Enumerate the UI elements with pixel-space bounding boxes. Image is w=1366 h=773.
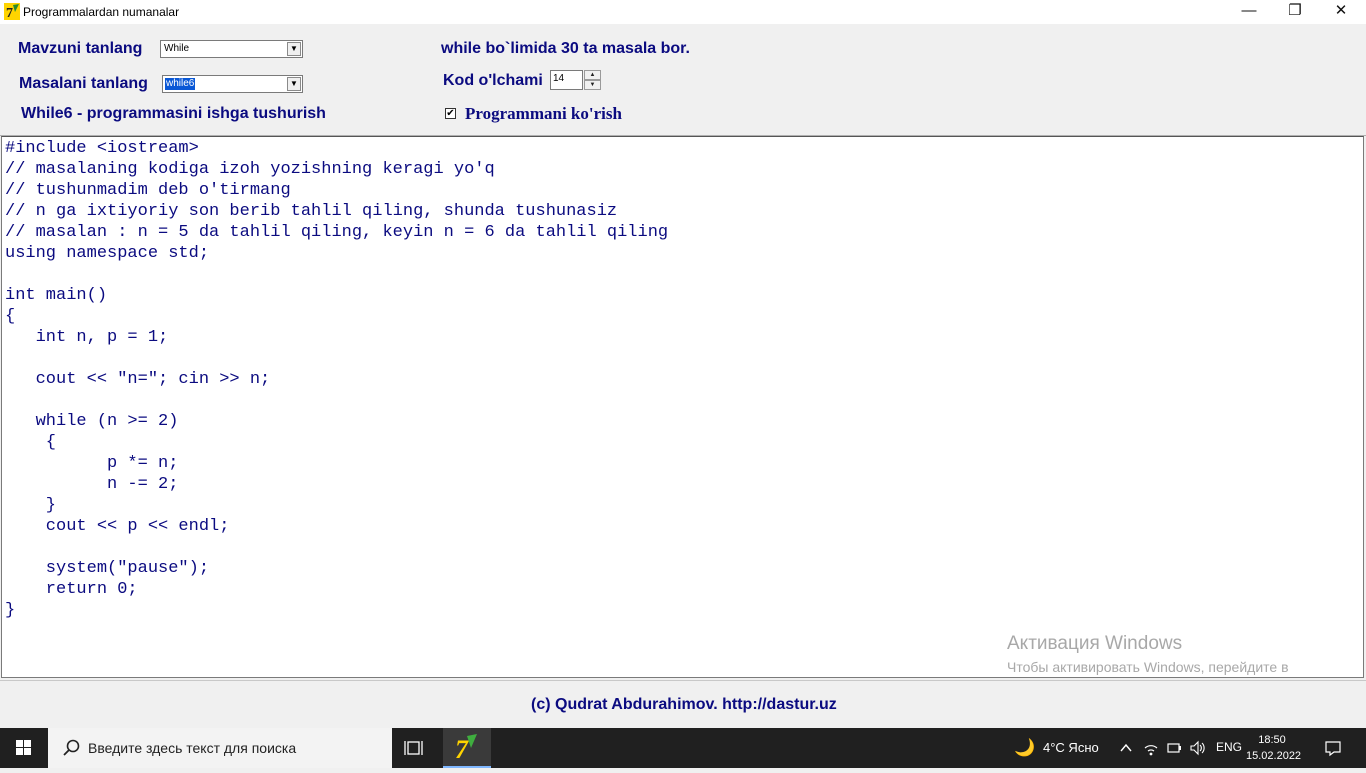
footer: (c) Qudrat Abdurahimov. http://dastur.uz — [0, 680, 1366, 728]
title-bar: 7 Programmalardan numanalar — ❐ ✕ — [0, 0, 1366, 24]
code-line: { — [5, 433, 57, 452]
problem-count-info: while bo`limida 30 ta masala bor. — [441, 40, 690, 57]
code-line: // tushunmadim deb o'tirmang — [5, 181, 291, 200]
code-size-label: Kod o'lchami — [443, 72, 543, 89]
code-line: // masalan : n = 5 da tahlil qiling, key… — [5, 223, 669, 242]
code-size-stepper[interactable]: 14 ▲ ▼ — [550, 70, 601, 90]
problem-select[interactable]: while6 ▼ — [162, 75, 303, 93]
svg-text:7: 7 — [455, 735, 469, 764]
taskbar: Введите здесь текст для поиска 7 🌙 4°C Я… — [0, 728, 1366, 768]
clock[interactable]: 18:50 15.02.2022 — [1246, 732, 1302, 764]
code-line: int main() — [5, 286, 108, 305]
app-logo-icon: 7 — [455, 734, 477, 764]
show-program-label: Programmani ko'rish — [465, 104, 622, 123]
code-line: using namespace std; — [5, 244, 210, 263]
search-icon — [63, 739, 80, 756]
code-line: #include <iostream> — [5, 139, 199, 158]
taskbar-search[interactable]: Введите здесь текст для поиска — [48, 728, 392, 768]
run-program-link[interactable]: While6 - programmasini ishga tushurish — [21, 105, 326, 123]
code-line: int n, p = 1; — [5, 328, 169, 347]
network-icon[interactable] — [1143, 740, 1159, 756]
search-placeholder: Введите здесь текст для поиска — [88, 740, 297, 756]
chevron-down-icon[interactable]: ▼ — [287, 42, 301, 56]
problem-select-value: while6 — [163, 77, 197, 91]
show-program-checkbox[interactable]: ✔ — [445, 108, 456, 119]
clock-time: 18:50 — [1258, 734, 1286, 746]
stepper-up-icon[interactable]: ▲ — [584, 70, 601, 80]
close-button[interactable]: ✕ — [1318, 0, 1364, 24]
topic-select[interactable]: While ▼ — [160, 40, 303, 58]
settings-panel: Mavzuni tanlang While ▼ Masalani tanlang… — [0, 24, 1366, 136]
code-text: #include <iostream> // masalaning kodiga … — [2, 137, 1363, 621]
code-size-input[interactable]: 14 — [550, 70, 583, 90]
weather-text[interactable]: 4°C Ясно — [1043, 740, 1099, 755]
activation-watermark-title: Активация Windows — [1007, 633, 1183, 654]
code-line: // n ga ixtiyoriy son berib tahlil qilin… — [5, 202, 618, 221]
code-line: system("pause"); — [5, 559, 210, 578]
language-indicator[interactable]: ENG — [1216, 740, 1242, 754]
windows-logo-icon — [16, 740, 31, 755]
taskbar-app-button[interactable]: 7 — [443, 728, 491, 768]
code-line: while (n >= 2) — [5, 412, 179, 431]
weather-moon-icon: 🌙 — [1014, 738, 1036, 757]
app-logo-icon: 7 — [4, 3, 20, 20]
clock-date: 15.02.2022 — [1246, 750, 1302, 762]
code-line: n -= 2; — [5, 475, 179, 494]
problem-label: Masalani tanlang — [19, 75, 148, 92]
stepper-down-icon[interactable]: ▼ — [584, 80, 601, 90]
task-view-button[interactable] — [392, 728, 440, 768]
notifications-icon[interactable] — [1324, 739, 1342, 757]
code-viewer[interactable]: #include <iostream> // masalaning kodiga … — [1, 136, 1364, 678]
minimize-button[interactable]: — — [1226, 0, 1272, 24]
code-line: { — [5, 307, 16, 326]
battery-icon[interactable] — [1166, 740, 1182, 756]
code-line: cout << p << endl; — [5, 517, 230, 536]
code-line: // masalaning kodiga izoh yozishning ker… — [5, 160, 495, 179]
volume-icon[interactable] — [1189, 740, 1207, 756]
code-line: cout << "n="; cin >> n; — [5, 370, 271, 389]
code-line: } — [5, 496, 57, 515]
copyright-text: (c) Qudrat Abdurahimov. http://dastur.uz — [531, 696, 837, 713]
code-line: return 0; — [5, 580, 138, 599]
topic-label: Mavzuni tanlang — [18, 40, 143, 57]
code-line: } — [5, 601, 16, 620]
topic-select-value: While — [164, 43, 190, 54]
window-title: Programmalardan numanalar — [23, 5, 180, 19]
maximize-button[interactable]: ❐ — [1272, 0, 1318, 24]
svg-text:7: 7 — [6, 6, 13, 20]
chevron-up-icon[interactable] — [1119, 741, 1133, 755]
start-button[interactable] — [0, 728, 48, 768]
code-line: p *= n; — [5, 454, 179, 473]
chevron-down-icon[interactable]: ▼ — [287, 77, 301, 91]
task-view-icon — [404, 741, 423, 755]
